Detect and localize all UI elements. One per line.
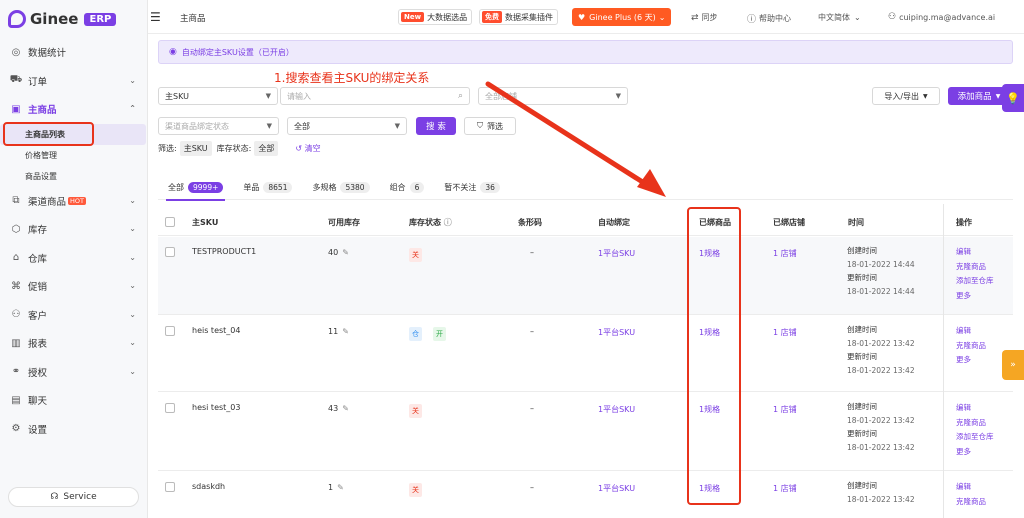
arrow-head xyxy=(637,169,666,197)
guide-toggle-icon[interactable]: » xyxy=(1002,350,1024,380)
lightbulb-icon[interactable]: 💡 xyxy=(1002,84,1024,112)
annotation-arrow xyxy=(485,81,666,197)
arrow-shaft xyxy=(485,81,655,191)
highlight-box-bound-products xyxy=(687,207,741,505)
